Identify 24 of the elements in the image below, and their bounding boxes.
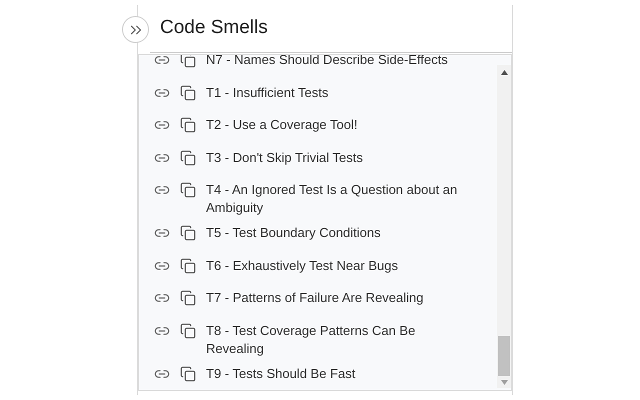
smell-link[interactable]: T3 - Don't Skip Trivial Tests (206, 148, 476, 166)
scroll-up-icon[interactable] (500, 70, 508, 75)
smell-link[interactable]: T6 - Exhaustively Test Near Bugs (206, 256, 476, 274)
smell-link[interactable]: T9 - Tests Should Be Fast (206, 364, 476, 382)
copy-icon[interactable] (180, 117, 196, 133)
copy-icon[interactable] (180, 366, 196, 382)
copy-icon[interactable] (180, 55, 196, 68)
copy-icon[interactable] (180, 84, 196, 100)
smell-link[interactable]: T1 - Insufficient Tests (206, 84, 476, 102)
scrollbar[interactable] (497, 65, 511, 388)
copy-icon[interactable] (180, 290, 196, 306)
smell-link[interactable]: T8 - Test Coverage Patterns Can Be Revealing (206, 322, 476, 358)
smell-link[interactable]: T2 - Use a Coverage Tool! (206, 116, 476, 134)
scroll-thumb[interactable] (498, 336, 510, 376)
panel-title: Code Smells (160, 16, 268, 40)
smell-link[interactable]: T4 - An Ignored Test Is a Question about an Ambiguity (206, 181, 476, 217)
copy-icon[interactable] (180, 225, 196, 241)
copy-icon[interactable] (180, 322, 196, 338)
collapse-button[interactable] (122, 16, 149, 43)
smell-link[interactable]: T5 - Test Boundary Conditions (206, 224, 476, 242)
copy-icon[interactable] (180, 182, 196, 198)
copy-icon[interactable] (180, 258, 196, 274)
smell-link[interactable]: T7 - Patterns of Failure Are Revealing (206, 289, 476, 307)
copy-icon[interactable] (180, 150, 196, 166)
